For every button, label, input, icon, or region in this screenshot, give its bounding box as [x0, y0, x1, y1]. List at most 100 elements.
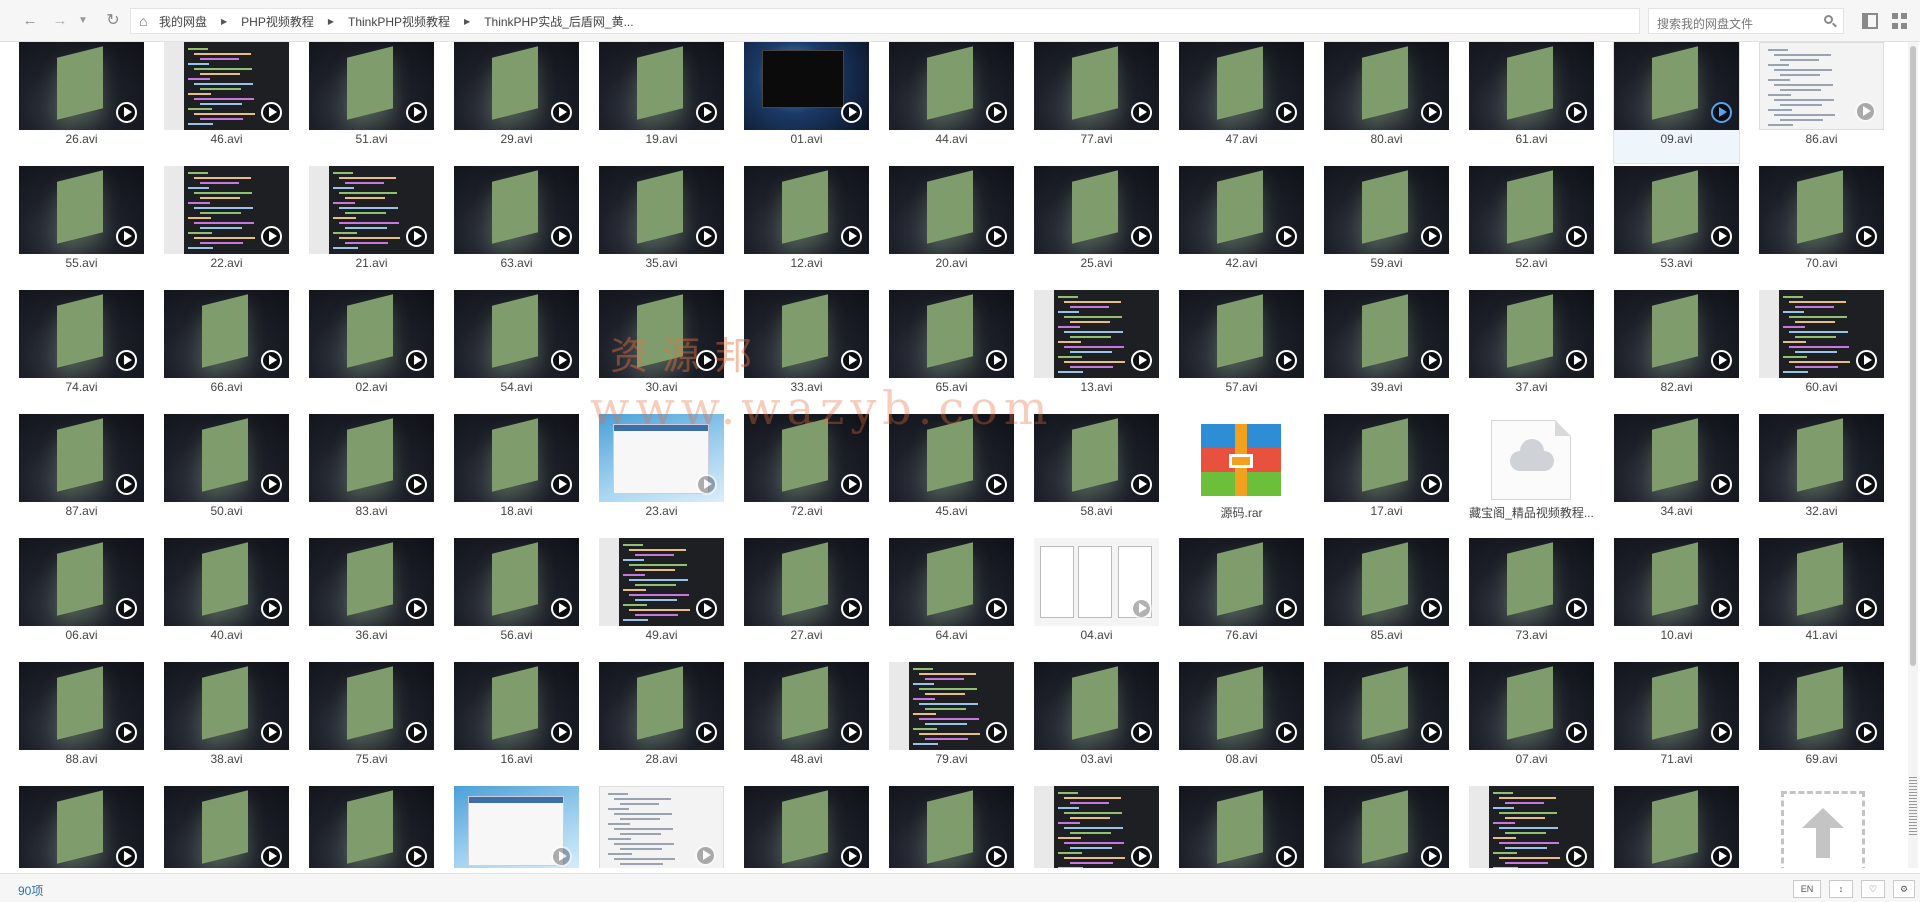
file-item[interactable]: 87.avi: [19, 414, 144, 535]
file-item[interactable]: [1469, 786, 1594, 868]
play-icon[interactable]: [1131, 102, 1152, 123]
file-item[interactable]: 53.avi: [1614, 166, 1739, 287]
play-icon[interactable]: [1856, 598, 1877, 619]
file-item[interactable]: 33.avi: [744, 290, 869, 411]
play-icon[interactable]: [986, 350, 1007, 371]
play-icon[interactable]: [986, 846, 1007, 867]
file-item[interactable]: 12.avi: [744, 166, 869, 287]
play-icon[interactable]: [841, 722, 862, 743]
file-item[interactable]: 64.avi: [889, 538, 1014, 659]
play-icon[interactable]: [1421, 846, 1442, 867]
play-icon[interactable]: [986, 722, 1007, 743]
file-item[interactable]: 49.avi: [599, 538, 724, 659]
file-item[interactable]: 73.avi: [1469, 538, 1594, 659]
file-item[interactable]: 77.avi: [1034, 42, 1159, 163]
play-icon[interactable]: [261, 846, 282, 867]
play-icon[interactable]: [986, 102, 1007, 123]
arrow-left-icon[interactable]: ←: [20, 11, 40, 31]
file-item[interactable]: 63.avi: [454, 166, 579, 287]
file-item[interactable]: 40.avi: [164, 538, 289, 659]
play-icon[interactable]: [1421, 722, 1442, 743]
play-icon[interactable]: [1276, 350, 1297, 371]
play-icon[interactable]: [1566, 226, 1587, 247]
heart-icon[interactable]: ♡: [1861, 880, 1885, 898]
play-icon[interactable]: [1855, 101, 1876, 122]
play-icon[interactable]: [551, 350, 572, 371]
file-item[interactable]: [599, 786, 724, 868]
play-icon[interactable]: [841, 474, 862, 495]
file-item[interactable]: 45.avi: [889, 414, 1014, 535]
play-icon[interactable]: [1276, 598, 1297, 619]
play-icon[interactable]: [1711, 350, 1732, 371]
breadcrumb-separator-icon[interactable]: ▶: [221, 17, 227, 26]
file-item[interactable]: 85.avi: [1324, 538, 1449, 659]
play-icon[interactable]: [986, 226, 1007, 247]
search-icon[interactable]: [1823, 14, 1837, 28]
chevron-down-icon[interactable]: ▼: [76, 11, 90, 31]
file-item[interactable]: [19, 786, 144, 868]
play-icon[interactable]: [1856, 350, 1877, 371]
file-item[interactable]: 27.avi: [744, 538, 869, 659]
scrollbar-thumb[interactable]: [1910, 46, 1916, 666]
play-icon[interactable]: [261, 722, 282, 743]
sort-icon[interactable]: ↕: [1829, 880, 1853, 898]
file-item[interactable]: 44.avi: [889, 42, 1014, 163]
play-icon[interactable]: [551, 846, 572, 867]
file-item[interactable]: [309, 786, 434, 868]
file-item[interactable]: 22.avi: [164, 166, 289, 287]
breadcrumb-separator-icon[interactable]: ▶: [328, 17, 334, 26]
breadcrumb-item-php[interactable]: PHP视频教程: [241, 13, 314, 30]
file-item[interactable]: 50.avi: [164, 414, 289, 535]
play-icon[interactable]: [1711, 102, 1732, 123]
play-icon[interactable]: [1421, 474, 1442, 495]
play-icon[interactable]: [1566, 102, 1587, 123]
file-item[interactable]: 59.avi: [1324, 166, 1449, 287]
file-item[interactable]: 25.avi: [1034, 166, 1159, 287]
play-icon[interactable]: [1711, 474, 1732, 495]
play-icon[interactable]: [696, 598, 717, 619]
play-icon[interactable]: [261, 474, 282, 495]
play-icon[interactable]: [1711, 598, 1732, 619]
file-item[interactable]: 17.avi: [1324, 414, 1449, 535]
file-item[interactable]: 09.avi: [1613, 42, 1740, 164]
play-icon[interactable]: [841, 226, 862, 247]
file-item[interactable]: 37.avi: [1469, 290, 1594, 411]
play-icon[interactable]: [406, 722, 427, 743]
file-item[interactable]: 藏宝阁_精品视频教程...: [1469, 414, 1594, 535]
file-item[interactable]: 19.avi: [599, 42, 724, 163]
file-item[interactable]: 34.avi: [1614, 414, 1739, 535]
play-icon[interactable]: [1276, 722, 1297, 743]
play-icon[interactable]: [1566, 598, 1587, 619]
file-item[interactable]: 52.avi: [1469, 166, 1594, 287]
file-item[interactable]: 72.avi: [744, 414, 869, 535]
gear-icon[interactable]: ⚙: [1893, 880, 1915, 898]
file-item[interactable]: 07.avi: [1469, 662, 1594, 783]
file-item[interactable]: 83.avi: [309, 414, 434, 535]
play-icon[interactable]: [696, 722, 717, 743]
play-icon[interactable]: [116, 598, 137, 619]
breadcrumb-item-root[interactable]: 我的网盘: [159, 13, 207, 30]
play-icon[interactable]: [841, 350, 862, 371]
file-item[interactable]: 39.avi: [1324, 290, 1449, 411]
play-icon[interactable]: [841, 846, 862, 867]
file-item[interactable]: 16.avi: [454, 662, 579, 783]
file-item[interactable]: 03.avi: [1034, 662, 1159, 783]
play-icon[interactable]: [696, 102, 717, 123]
play-icon[interactable]: [1276, 226, 1297, 247]
file-item[interactable]: 86.avi: [1759, 42, 1884, 163]
file-item[interactable]: 08.avi: [1179, 662, 1304, 783]
play-icon[interactable]: [1421, 226, 1442, 247]
file-item[interactable]: 13.avi: [1034, 290, 1159, 411]
file-item[interactable]: 18.avi: [454, 414, 579, 535]
play-icon[interactable]: [116, 474, 137, 495]
file-item[interactable]: 47.avi: [1179, 42, 1304, 163]
file-item[interactable]: [889, 786, 1014, 868]
file-item[interactable]: 41.avi: [1759, 538, 1884, 659]
file-item[interactable]: 80.avi: [1324, 42, 1449, 163]
play-icon[interactable]: [696, 350, 717, 371]
play-icon[interactable]: [406, 226, 427, 247]
play-icon[interactable]: [1711, 846, 1732, 867]
upload-tile[interactable]: [1759, 786, 1884, 868]
file-item[interactable]: [1179, 786, 1304, 868]
file-item[interactable]: 79.avi: [889, 662, 1014, 783]
